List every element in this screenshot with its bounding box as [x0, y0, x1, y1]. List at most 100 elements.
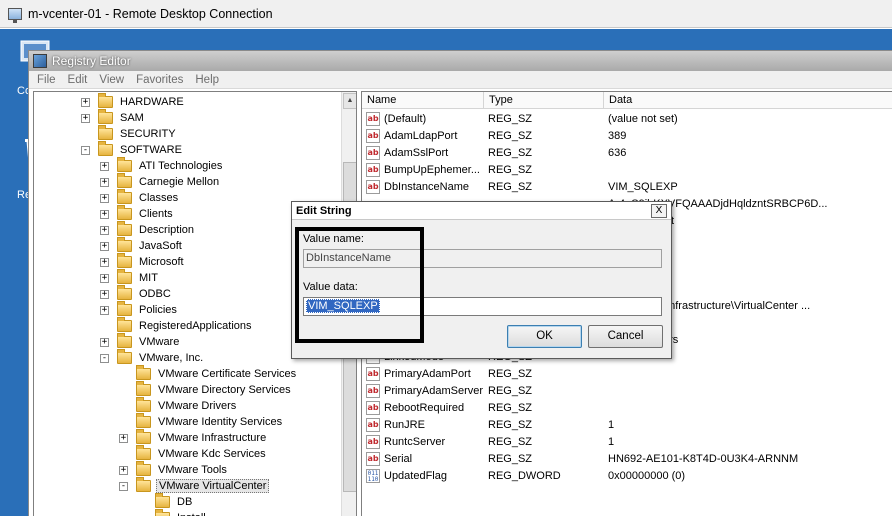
tree-item-label: Description: [139, 224, 195, 236]
rdp-titlebar[interactable]: m-vcenter-01 - Remote Desktop Connection: [0, 0, 892, 28]
expand-icon[interactable]: +: [81, 97, 90, 107]
tree-item-vmware-certificate-services[interactable]: VMware Certificate Services: [119, 365, 298, 382]
expand-icon[interactable]: +: [119, 465, 128, 475]
value-data: 636: [608, 147, 627, 159]
value-name: UpdatedFlag: [384, 470, 447, 482]
folder-icon: [117, 333, 132, 348]
value-row[interactable]: ab PrimaryAdamPort REG_SZ: [362, 366, 892, 383]
folder-icon: [117, 301, 132, 316]
expand-icon[interactable]: +: [100, 305, 109, 315]
tree-item-vmware-tools[interactable]: + VMware Tools: [119, 461, 229, 478]
menu-favorites[interactable]: Favorites: [136, 74, 183, 86]
value-name: PrimaryAdamServer: [384, 385, 484, 397]
folder-icon: [136, 429, 151, 444]
value-row[interactable]: ab AdamLdapPort REG_SZ 389: [362, 128, 892, 145]
expand-icon[interactable]: +: [100, 241, 109, 251]
expand-icon[interactable]: +: [100, 257, 109, 267]
value-row[interactable]: 011 110 UpdatedFlag REG_DWORD 0x00000000 (0…: [362, 468, 892, 485]
value-row[interactable]: ab (Default) REG_SZ (value not set): [362, 111, 892, 128]
value-type: REG_DWORD: [488, 470, 561, 482]
value-row[interactable]: ab DbInstanceName REG_SZ VIM_SQLEXP: [362, 179, 892, 196]
menu-edit[interactable]: Edit: [68, 74, 88, 86]
tree-item-registeredapplications[interactable]: RegisteredApplications: [100, 317, 254, 334]
value-data: HN692-AE101-K8T4D-0U3K4-ARNNM: [608, 453, 799, 465]
reg-sz-icon: ab: [366, 384, 380, 398]
tree-item-description[interactable]: + Description: [100, 221, 196, 238]
tree-item-vmware-kdc-services[interactable]: VMware Kdc Services: [119, 445, 268, 462]
expand-icon[interactable]: +: [100, 193, 109, 203]
value-row[interactable]: ab RuntcServer REG_SZ 1: [362, 434, 892, 451]
value-row[interactable]: ab RebootRequired REG_SZ: [362, 400, 892, 417]
tree-item-javasoft[interactable]: + JavaSoft: [100, 237, 184, 254]
tree-item-vmware-infrastructure[interactable]: + VMware Infrastructure: [119, 429, 268, 446]
collapse-icon[interactable]: -: [119, 481, 128, 491]
value-data-input[interactable]: VIM_SQLEXP: [303, 297, 662, 316]
tree-item-ati-technologies[interactable]: + ATI Technologies: [100, 157, 224, 174]
folder-icon: [117, 173, 132, 188]
ok-button[interactable]: OK: [507, 325, 582, 348]
collapse-icon[interactable]: -: [81, 145, 90, 155]
tree-item-security[interactable]: SECURITY: [81, 125, 178, 142]
value-row[interactable]: ab Serial REG_SZ HN692-AE101-K8T4D-0U3K4-AR…: [362, 451, 892, 468]
column-header-name[interactable]: Name: [362, 92, 484, 109]
expand-icon[interactable]: +: [100, 225, 109, 235]
tree-item-policies[interactable]: + Policies: [100, 301, 179, 318]
tree-item-label: VMware Tools: [158, 464, 227, 476]
tree-item-db[interactable]: DB: [138, 493, 194, 510]
tree-item-label: ATI Technologies: [139, 160, 223, 172]
menu-view[interactable]: View: [99, 74, 124, 86]
tree-item-odbc[interactable]: + ODBC: [100, 285, 173, 302]
reg-sz-icon: ab: [366, 163, 380, 177]
value-name: DbInstanceName: [384, 181, 469, 193]
value-row[interactable]: ab RunJRE REG_SZ 1: [362, 417, 892, 434]
tree-item-label: VMware VirtualCenter: [156, 479, 270, 493]
tree-item-vmware-virtualcenter[interactable]: - VMware VirtualCenter: [119, 477, 270, 494]
value-name: Serial: [384, 453, 413, 465]
tree-item-install[interactable]: Install: [138, 509, 208, 516]
tree-item-vmware-drivers[interactable]: VMware Drivers: [119, 397, 238, 414]
value-type: REG_SZ: [488, 385, 533, 397]
value-type: REG_SZ: [488, 130, 533, 142]
folder-icon: [117, 205, 132, 220]
expand-icon[interactable]: +: [100, 209, 109, 219]
expand-icon[interactable]: +: [119, 433, 128, 443]
regedit-titlebar[interactable]: Registry Editor: [29, 51, 892, 71]
expand-icon[interactable]: +: [100, 273, 109, 283]
scroll-up-icon[interactable]: ▲: [343, 93, 356, 109]
expand-icon[interactable]: +: [100, 177, 109, 187]
value-row[interactable]: ab PrimaryAdamServer REG_SZ: [362, 383, 892, 400]
tree-item-vmware-inc[interactable]: - VMware, Inc.: [100, 349, 205, 366]
reg-sz-icon: ab: [366, 180, 380, 194]
dialog-titlebar[interactable]: Edit String X: [292, 202, 671, 220]
tree-item-clients[interactable]: + Clients: [100, 205, 175, 222]
menu-help[interactable]: Help: [195, 74, 219, 86]
column-header-type[interactable]: Type: [484, 92, 604, 109]
value-row[interactable]: ab BumpUpEphemer... REG_SZ: [362, 162, 892, 179]
value-name: AdamSslPort: [384, 147, 449, 159]
tree-item-vmware-identity-services[interactable]: VMware Identity Services: [119, 413, 284, 430]
tree-item-software[interactable]: - SOFTWARE: [81, 141, 184, 158]
tree-item-carnegie-mellon[interactable]: + Carnegie Mellon: [100, 173, 221, 190]
expand-icon[interactable]: +: [100, 161, 109, 171]
folder-icon: [117, 157, 132, 172]
cancel-button[interactable]: Cancel: [588, 325, 663, 348]
expand-icon[interactable]: +: [100, 337, 109, 347]
tree-item-mit[interactable]: + MIT: [100, 269, 160, 286]
menu-file[interactable]: File: [37, 74, 56, 86]
expand-icon[interactable]: +: [100, 289, 109, 299]
tree-item-classes[interactable]: + Classes: [100, 189, 180, 206]
expand-icon[interactable]: +: [81, 113, 90, 123]
tree-item-microsoft[interactable]: + Microsoft: [100, 253, 186, 270]
folder-icon: [98, 109, 113, 124]
folder-icon: [136, 445, 151, 460]
tree-item-sam[interactable]: + SAM: [81, 109, 146, 126]
value-type: REG_SZ: [488, 113, 533, 125]
tree-item-vmware-directory-services[interactable]: VMware Directory Services: [119, 381, 293, 398]
value-row[interactable]: ab AdamSslPort REG_SZ 636: [362, 145, 892, 162]
tree-item-hardware[interactable]: + HARDWARE: [81, 93, 186, 110]
column-header-data[interactable]: Data: [604, 92, 892, 109]
reg-sz-icon: ab: [366, 367, 380, 381]
tree-item-vmware[interactable]: + VMware: [100, 333, 181, 350]
dialog-close-button[interactable]: X: [651, 204, 667, 218]
collapse-icon[interactable]: -: [100, 353, 109, 363]
